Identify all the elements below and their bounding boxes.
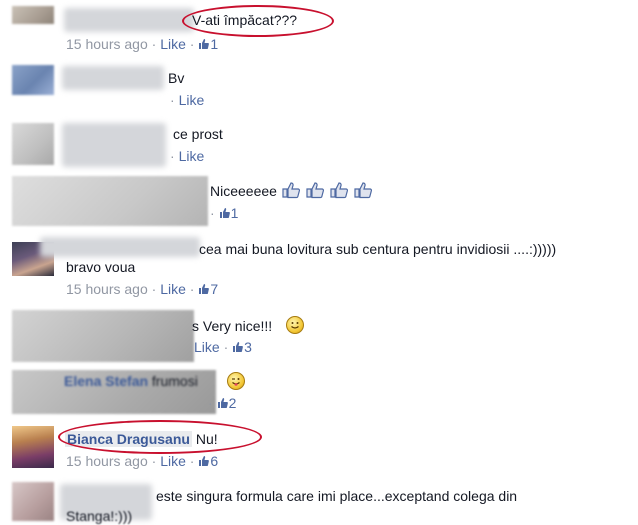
comment-text-value: frumosi [151,373,198,389]
like-link[interactable]: Like [160,453,186,469]
comment-2: Bv · Like [0,56,638,113]
thumbs-up-icon [219,208,230,218]
comment-6: s Very nice!!! Like · 3 [0,304,638,366]
like-link[interactable]: Like [179,92,205,108]
avatar[interactable] [12,310,194,362]
comment-text: s Very nice!!! [192,317,272,335]
like-count[interactable]: 6 [210,453,218,469]
thumbs-up-icon [199,39,210,49]
timestamp[interactable]: 15 hours ago [66,36,148,52]
comment-text: ce prost [173,126,223,142]
blurred-author-name[interactable] [62,66,164,90]
like-count[interactable]: 3 [244,339,252,355]
timestamp[interactable]: 15 hours ago [66,281,148,297]
comment-meta: · 2 [208,395,237,411]
blurred-author-name[interactable] [64,8,194,32]
avatar[interactable] [12,6,54,24]
comment-meta: Like · 3 [194,339,252,355]
comment-meta: · Like [170,92,205,108]
comment-meta: 15 hours ago · Like · 7 [66,281,219,297]
like-link[interactable]: Like [160,281,186,297]
comment-7: Elena Stefan frumosi · 2 [0,366,638,418]
comment-meta: · 1 [210,205,239,221]
comment-text-line2: Stanga!:))) [66,508,133,524]
blurred-author-name[interactable] [40,237,200,257]
comment-8: Bianca Dragusanu Nu! 15 hours ago · Like… [0,418,638,476]
avatar[interactable] [12,426,54,468]
like-link[interactable]: Like [179,148,205,164]
comment-meta: 15 hours ago · Like · 6 [66,453,219,469]
comment-3: ce prost · Like [0,113,638,170]
comment-text-value: Niceeeeee [210,183,277,199]
like-count[interactable]: 1 [210,36,218,52]
thumbs-up-icon [199,284,210,294]
like-link[interactable]: Like [194,339,220,355]
wink-icon [227,372,245,390]
blurred-author-name[interactable] [62,123,166,167]
thumbs-up-icon [281,181,377,203]
comment-text: cea mai buna lovitura sub centura pentru… [199,241,557,257]
like-count[interactable]: 1 [231,205,239,221]
like-count[interactable]: 7 [210,281,218,297]
comment-text-line2: bravo voua [66,259,136,275]
like-link[interactable]: Like [160,36,186,52]
comment-text: este singura formula care imi place...ex… [156,488,518,504]
avatar[interactable] [12,176,208,226]
thumbs-up-icon [233,342,244,352]
avatar[interactable] [12,123,54,165]
comment-meta: 15 hours ago · Like · 1 [66,36,219,52]
comment-1: V-ati împăcat??? 15 hours ago · Like · 1 [0,0,638,56]
highlight-ellipse [182,5,334,37]
thumbs-up-icon [199,456,210,466]
author-name[interactable]: Elena Stefan [64,373,148,389]
comment-4: Niceeeeee · 1 [0,170,638,232]
thumbs-up-icon [217,398,228,408]
highlight-ellipse [58,420,262,454]
comment-5: cea mai buna lovitura sub centura pentru… [0,232,638,304]
timestamp[interactable]: 15 hours ago [66,453,148,469]
comment-text: Bv [168,70,185,86]
comment-meta: · Like [170,148,205,164]
comment-text: Niceeeeee [210,181,377,203]
avatar[interactable] [12,65,54,95]
like-count[interactable]: 2 [229,395,237,411]
comment-text-value: s Very nice!!! [192,318,273,334]
comment-text: Elena Stefan frumosi [64,372,198,390]
smiley-icon [286,316,304,334]
comment-9: este singura formula care imi place...ex… [0,476,638,524]
avatar[interactable] [12,482,54,521]
